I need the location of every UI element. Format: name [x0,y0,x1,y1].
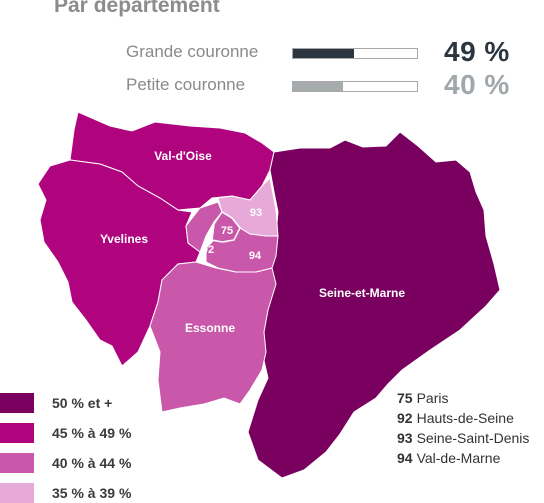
code-name: Val-de-Marne [416,450,501,466]
legend-label: 35 % à 39 % [52,485,132,501]
label-94: 92 [202,244,214,256]
label-92: 94 [249,250,262,262]
legend-label: 45 % à 49 % [52,425,132,441]
legend-swatch [0,483,34,503]
label-75: 75 [221,225,233,237]
code-key-item: 92 Hauts-de-Seine [397,410,514,426]
legend-swatch [0,393,34,413]
legend-label: 50 % et + [52,395,113,411]
code-number: 75 [397,390,413,406]
legend-label: 40 % à 44 % [52,455,132,471]
code-number: 93 [397,430,413,446]
code-name: Paris [416,390,449,406]
code-key-item: 93 Seine-Saint-Denis [397,430,529,446]
department-essonne [149,261,277,413]
label-93: 93 [250,207,262,219]
code-number: 94 [397,450,413,466]
code-key-item: 94 Val-de-Marne [397,450,500,466]
code-name: Hauts-de-Seine [416,410,514,426]
legend-swatch [0,453,34,473]
label-yvelines: Yvelines [100,232,148,246]
legend-swatch [0,423,34,443]
department-seine-et-marne [247,131,501,479]
label-val-doise: Val-d'Oise [154,149,212,163]
code-number: 92 [397,410,413,426]
code-key-item: 75 Paris [397,390,448,406]
code-name: Seine-Saint-Denis [416,430,530,446]
label-seine-et-marne: Seine-et-Marne [319,286,405,300]
label-essonne: Essonne [185,321,235,335]
